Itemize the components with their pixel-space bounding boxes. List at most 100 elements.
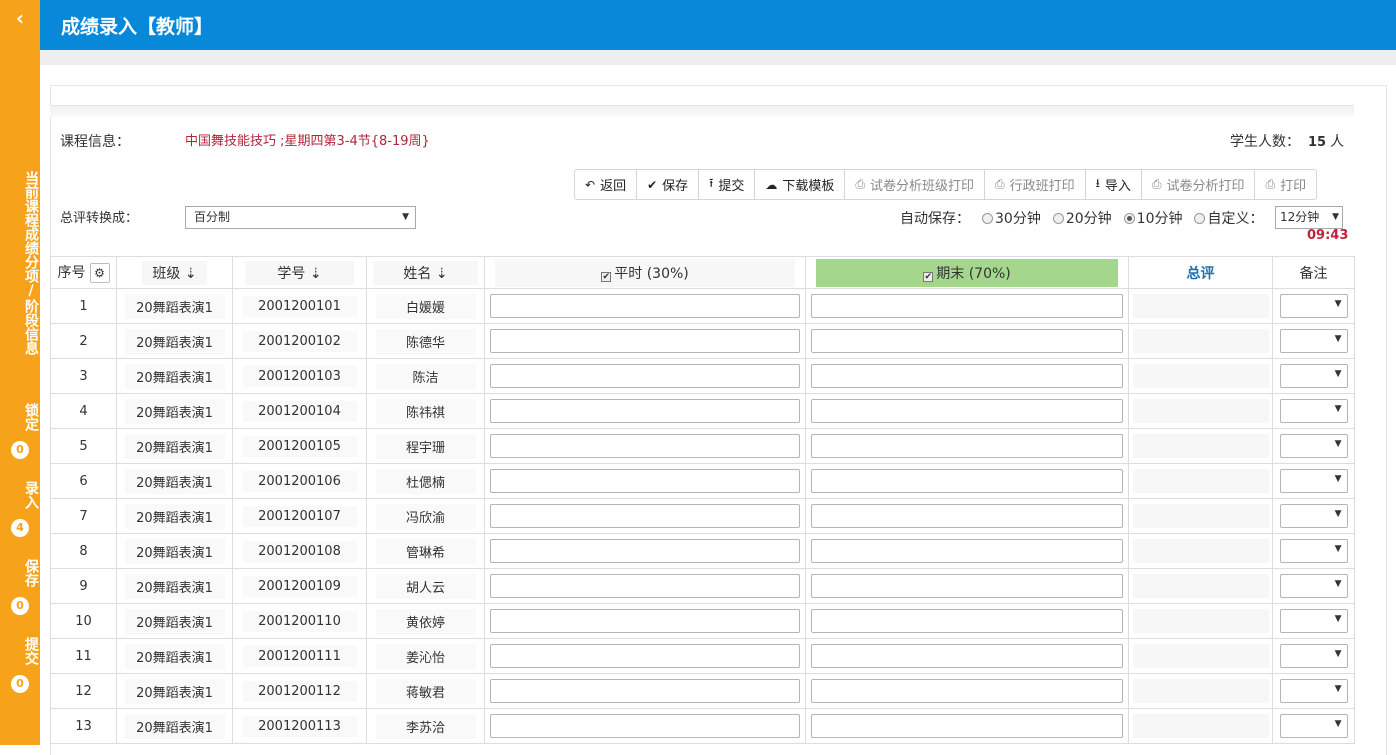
col-name[interactable]: 姓名 ⇣ [366, 256, 485, 289]
cell-final [805, 393, 1129, 429]
regular-score-input[interactable] [490, 504, 800, 528]
remark-select[interactable]: ▼ [1279, 399, 1348, 423]
cell-final [805, 603, 1129, 639]
regular-score-input[interactable] [490, 714, 800, 738]
gear-icon[interactable]: ⚙ [89, 263, 110, 283]
final-score-input[interactable] [811, 364, 1123, 388]
save-button[interactable]: ✔ 保存 [637, 170, 700, 199]
sidebar-info-text: 当前课程成绩分项/阶段信息 [23, 171, 39, 355]
name-value: 姜沁怡 [375, 643, 476, 669]
student-id-value: 2001200112 [242, 680, 357, 702]
regular-score-input[interactable] [490, 539, 800, 563]
submit-button[interactable]: ⭱ 提交 [699, 170, 756, 199]
final-score-input[interactable] [811, 539, 1123, 563]
dropdown-arrow-icon: ▼ [1332, 212, 1339, 222]
regular-score-input[interactable] [490, 609, 800, 633]
download-template-button[interactable]: ☁ 下载模板 [755, 170, 846, 199]
remark-select[interactable]: ▼ [1279, 364, 1348, 388]
col-class[interactable]: 班级 ⇣ [116, 256, 233, 289]
cell-student-id: 2001200101 [232, 288, 367, 324]
dropdown-arrow-icon: ▼ [1334, 369, 1342, 379]
cell-name: 胡人云 [366, 568, 485, 604]
final-score-input[interactable] [811, 329, 1123, 353]
regular-score-input[interactable] [490, 329, 800, 353]
final-score-input[interactable] [811, 644, 1123, 668]
final-score-input[interactable] [811, 679, 1123, 703]
class-value: 20舞蹈表演1 [124, 538, 225, 564]
cell-remark: ▼ [1272, 498, 1355, 534]
student-id-value: 2001200106 [242, 470, 357, 492]
remark-select[interactable]: ▼ [1279, 679, 1348, 703]
class-value: 20舞蹈表演1 [124, 468, 225, 494]
regular-score-input[interactable] [490, 399, 800, 423]
class-value: 20舞蹈表演1 [124, 363, 225, 389]
table-row: 7 20舞蹈表演1 2001200107 冯欣渝 ▼ [50, 498, 1355, 534]
col-regular[interactable]: ✔ 平时 (30%) [484, 256, 806, 289]
import-button[interactable]: ⭳ 导入 [1086, 170, 1142, 199]
cell-total [1128, 428, 1273, 464]
total-score-value [1132, 539, 1269, 563]
final-score-input[interactable] [811, 399, 1123, 423]
remark-select[interactable]: ▼ [1279, 539, 1348, 563]
chevron-left-icon[interactable]: ‹ [0, 0, 40, 36]
col-final[interactable]: ✔ 期末 (70%) [805, 256, 1129, 289]
regular-score-input[interactable] [490, 644, 800, 668]
remark-select[interactable]: ▼ [1279, 294, 1348, 318]
paper-analysis-class-print-button[interactable]: ⎙ 试卷分析班级打印 [845, 170, 986, 199]
stat-saved-label: 保存 [23, 559, 39, 587]
conversion-select[interactable]: 百分制 ▼ [185, 206, 416, 229]
cell-final [805, 463, 1129, 499]
cell-class: 20舞蹈表演1 [116, 603, 233, 639]
autosave-custom-select[interactable]: 12分钟 ▼ [1275, 206, 1343, 229]
col-seq-label: 序号 [57, 265, 86, 281]
remark-select[interactable]: ▼ [1279, 434, 1348, 458]
final-score-input[interactable] [811, 574, 1123, 598]
regular-score-input[interactable] [490, 679, 800, 703]
autosave-countdown: 09:43 [1307, 228, 1349, 243]
regular-score-input[interactable] [490, 364, 800, 388]
cell-seq: 1 [50, 288, 117, 324]
student-count-label: 学生人数： [1230, 134, 1300, 150]
final-score-input[interactable] [811, 609, 1123, 633]
final-score-input[interactable] [811, 469, 1123, 493]
regular-score-input[interactable] [490, 294, 800, 318]
remark-select[interactable]: ▼ [1279, 714, 1348, 738]
final-score-input[interactable] [811, 504, 1123, 528]
admin-class-print-button[interactable]: ⎙ 行政班打印 [985, 170, 1086, 199]
cell-name: 程宇珊 [366, 428, 485, 464]
print-button[interactable]: ⎙ 打印 [1255, 170, 1316, 199]
final-checkbox[interactable]: ✔ [923, 271, 934, 282]
cell-seq: 3 [50, 358, 117, 394]
regular-score-input[interactable] [490, 469, 800, 493]
stat-submitted-label: 提交 [23, 637, 39, 665]
autosave-option-0[interactable]: 30分钟 [982, 208, 1041, 228]
remark-select[interactable]: ▼ [1279, 504, 1348, 528]
cell-total [1128, 533, 1273, 569]
import-icon: ⭳ [1095, 176, 1100, 190]
paper-analysis-print-button[interactable]: ⎙ 试卷分析打印 [1142, 170, 1256, 199]
cell-student-id: 2001200103 [232, 358, 367, 394]
dropdown-arrow-icon: ▼ [1334, 404, 1342, 414]
regular-checkbox[interactable]: ✔ [601, 271, 612, 282]
regular-score-input[interactable] [490, 434, 800, 458]
remark-select[interactable]: ▼ [1279, 469, 1348, 493]
final-score-input[interactable] [811, 294, 1123, 318]
autosave-option-1[interactable]: 20分钟 [1052, 208, 1112, 228]
cell-name: 杜偲楠 [366, 463, 485, 499]
back-button[interactable]: ↶ 返回 [575, 170, 638, 199]
autosave-option-3[interactable]: 自定义： [1194, 208, 1263, 228]
cell-student-id: 2001200112 [232, 673, 367, 709]
final-score-input[interactable] [811, 714, 1123, 738]
remark-select[interactable]: ▼ [1279, 644, 1348, 668]
sort-icon: ⇣ [309, 265, 322, 282]
autosave-option-2[interactable]: 10分钟 [1123, 208, 1182, 228]
final-score-input[interactable] [811, 434, 1123, 458]
regular-score-input[interactable] [490, 574, 800, 598]
remark-select[interactable]: ▼ [1279, 329, 1348, 353]
cell-name: 蒋敏君 [366, 673, 485, 709]
cell-name: 陈德华 [366, 323, 485, 359]
col-student-id[interactable]: 学号 ⇣ [232, 256, 367, 289]
remark-select[interactable]: ▼ [1279, 574, 1348, 598]
remark-select[interactable]: ▼ [1279, 609, 1348, 633]
cell-total [1128, 603, 1273, 639]
